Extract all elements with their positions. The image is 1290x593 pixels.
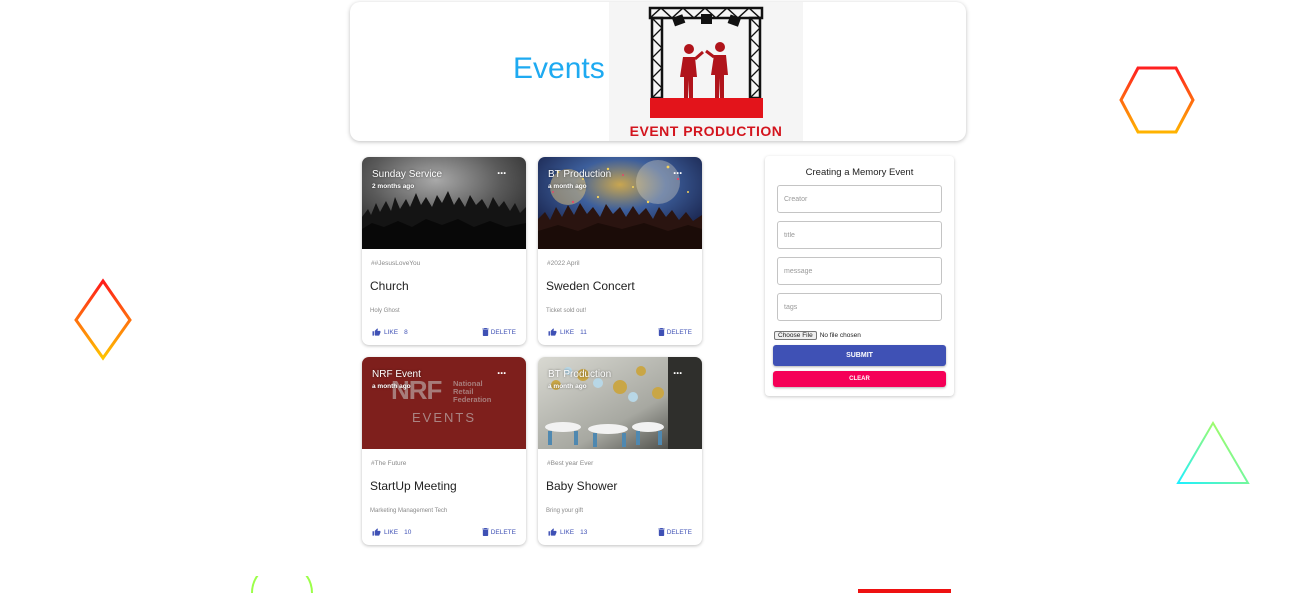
form-title: Creating a Memory Event <box>805 167 914 178</box>
post-card: BT Production a month ago ··· #2022 Apri… <box>538 157 702 345</box>
message-field[interactable] <box>777 257 942 285</box>
delete-label: DELETE <box>490 328 516 336</box>
submit-button[interactable]: SUBMIT <box>773 345 946 366</box>
post-message: Holy Ghost <box>370 308 400 314</box>
clear-button[interactable]: CLEAR <box>773 371 946 387</box>
like-button[interactable]: LIKE 11 <box>548 328 587 336</box>
more-options-icon[interactable]: ··· <box>497 366 507 380</box>
post-message: Ticket sold out! <box>546 308 587 314</box>
post-creator: NRF Event <box>372 369 421 380</box>
file-input: Choose File No file chosen <box>774 331 861 340</box>
hexagon-decoration <box>1119 66 1195 134</box>
nrf-line3: Federation <box>453 395 492 404</box>
post-message: Bring your gift <box>546 508 584 514</box>
post-card: NRF National Retail Federation EVENTS NR… <box>362 357 526 545</box>
post-image-balloon-hall: BT Production a month ago ··· <box>538 357 702 449</box>
delete-button[interactable]: DELETE <box>482 328 516 336</box>
more-options-icon[interactable]: ··· <box>673 366 683 380</box>
post-time: 2 months ago <box>372 183 415 190</box>
like-button[interactable]: LIKE 8 <box>372 328 408 336</box>
post-message: Marketing Management Tech <box>370 508 448 514</box>
event-production-logo: EVENT PRODUCTION <box>609 2 803 141</box>
like-count: 11 <box>580 328 587 336</box>
post-card: BT Production a month ago ··· #Best year… <box>538 357 702 545</box>
more-options-icon[interactable]: ··· <box>497 166 507 180</box>
post-title: StartUp Meeting <box>370 479 457 493</box>
stage-icon <box>648 6 764 118</box>
post-creator: BT Production <box>548 369 612 380</box>
post-time: a month ago <box>372 383 411 390</box>
create-event-form: Creating a Memory Event Choose File No f… <box>765 156 954 396</box>
line-decoration <box>858 589 951 593</box>
diamond-decoration <box>74 278 132 361</box>
more-options-icon[interactable]: ··· <box>673 166 683 180</box>
thumb-up-icon <box>548 328 557 336</box>
choose-file-button[interactable]: Choose File <box>774 331 817 340</box>
like-label: LIKE <box>384 528 399 536</box>
post-title: Church <box>370 279 409 293</box>
post-image-concert-crowd: Sunday Service 2 months ago ··· <box>362 157 526 249</box>
delete-button[interactable]: DELETE <box>658 528 692 536</box>
title-field[interactable] <box>777 221 942 249</box>
thumb-up-icon <box>372 328 381 336</box>
like-button[interactable]: LIKE 13 <box>548 528 587 536</box>
trash-icon <box>482 328 489 336</box>
like-label: LIKE <box>384 328 399 336</box>
post-creator: Sunday Service <box>372 169 443 180</box>
post-time: a month ago <box>548 383 587 390</box>
post-tags: ##JesusLoveYou <box>371 260 421 267</box>
creator-field[interactable] <box>777 185 942 213</box>
logo-text: EVENT PRODUCTION <box>629 123 783 139</box>
file-status: No file chosen <box>819 332 861 339</box>
post-tags: #2022 April <box>547 260 580 267</box>
triangle-decoration <box>1176 421 1250 484</box>
post-tags: #The Future <box>371 460 407 467</box>
delete-label: DELETE <box>666 528 692 536</box>
post-tags: #Best year Ever <box>547 460 594 467</box>
post-title: Baby Shower <box>546 479 618 493</box>
delete-label: DELETE <box>490 528 516 536</box>
thumb-up-icon <box>372 528 381 536</box>
post-image-confetti-concert: BT Production a month ago ··· <box>538 157 702 249</box>
like-count: 13 <box>580 528 588 536</box>
like-label: LIKE <box>560 328 575 336</box>
post-creator: BT Production <box>548 169 612 180</box>
post-image-nrf-logo: NRF National Retail Federation EVENTS NR… <box>362 357 526 449</box>
like-count: 8 <box>404 328 408 336</box>
circle-decoration <box>251 576 313 593</box>
thumb-up-icon <box>548 528 557 536</box>
delete-button[interactable]: DELETE <box>482 528 516 536</box>
like-button[interactable]: LIKE 10 <box>372 528 411 536</box>
delete-label: DELETE <box>666 328 692 336</box>
delete-button[interactable]: DELETE <box>658 328 692 336</box>
tags-field[interactable] <box>777 293 942 321</box>
app-header: Events EVENT PRODUCTION <box>350 2 966 141</box>
post-card: Sunday Service 2 months ago ··· ##JesusL… <box>362 157 526 345</box>
trash-icon <box>658 528 665 536</box>
nrf-events-text: EVENTS <box>412 410 477 425</box>
post-title: Sweden Concert <box>546 279 635 293</box>
post-time: a month ago <box>548 183 587 190</box>
trash-icon <box>658 328 665 336</box>
trash-icon <box>482 528 489 536</box>
like-count: 10 <box>404 528 412 536</box>
like-label: LIKE <box>560 528 575 536</box>
page-title: Events <box>513 52 605 85</box>
